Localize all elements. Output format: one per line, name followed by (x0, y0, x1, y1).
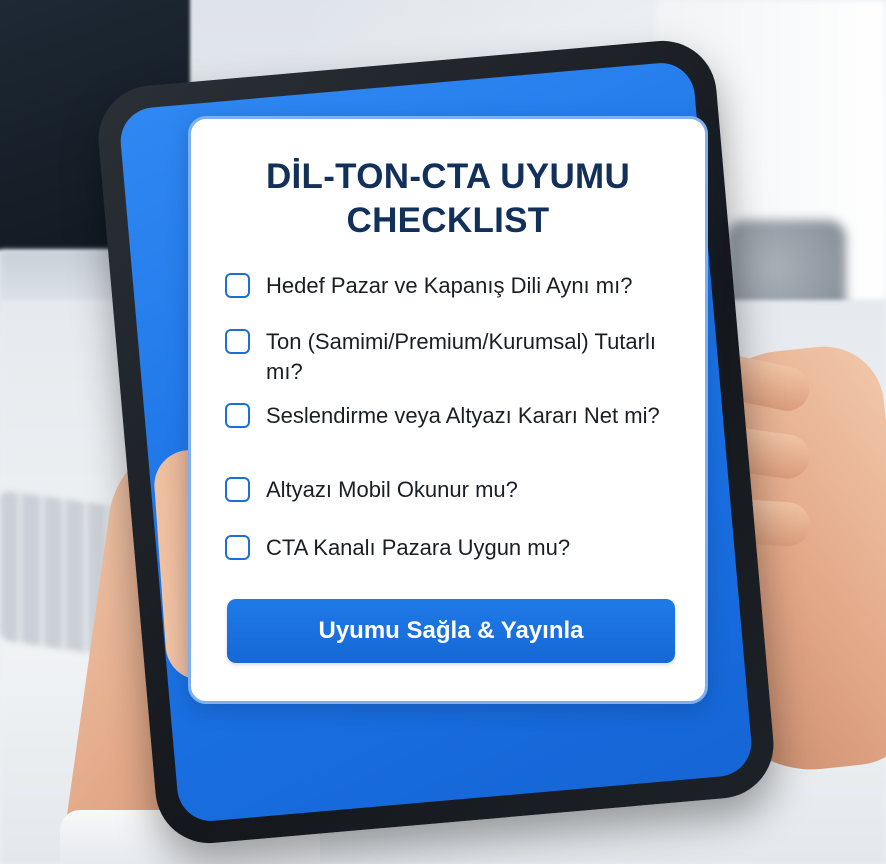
checklist-item[interactable]: Altyazı Mobil Okunur mu? (225, 475, 518, 505)
checkbox[interactable] (225, 477, 250, 502)
checklist-item-label: Altyazı Mobil Okunur mu? (266, 477, 518, 502)
checklist-item[interactable]: CTA Kanalı Pazara Uygun mu? (225, 533, 570, 563)
checklist-item[interactable]: Seslendirme veya Altyazı Kararı Net mi? (225, 401, 660, 431)
publish-button[interactable]: Uyumu Sağla & Yayınla (227, 599, 675, 663)
checklist-item-label: Ton (Samimi/Premium/Kurumsal) Tutarlı mı… (266, 329, 656, 384)
checklist-title: DİL-TON-CTA UYUMU CHECKLIST (265, 157, 631, 240)
checklist-item-label: CTA Kanalı Pazara Uygun mu? (266, 535, 571, 560)
checkbox[interactable] (225, 273, 250, 298)
checkbox[interactable] (225, 329, 250, 354)
checkbox[interactable] (225, 535, 250, 560)
checklist-item[interactable]: Ton (Samimi/Premium/Kurumsal) Tutarlı mı… (225, 327, 686, 387)
checklist-item-label: Seslendirme veya Altyazı Kararı Net mi? (266, 403, 660, 428)
checklist-item[interactable]: Hedef Pazar ve Kapanış Dili Aynı mı? (225, 271, 632, 301)
checklist-item-label: Hedef Pazar ve Kapanış Dili Aynı mı? (266, 273, 633, 298)
checkbox[interactable] (225, 403, 250, 428)
checklist-card: DİL-TON-CTA UYUMU CHECKLIST Hedef Pazar … (188, 116, 708, 704)
